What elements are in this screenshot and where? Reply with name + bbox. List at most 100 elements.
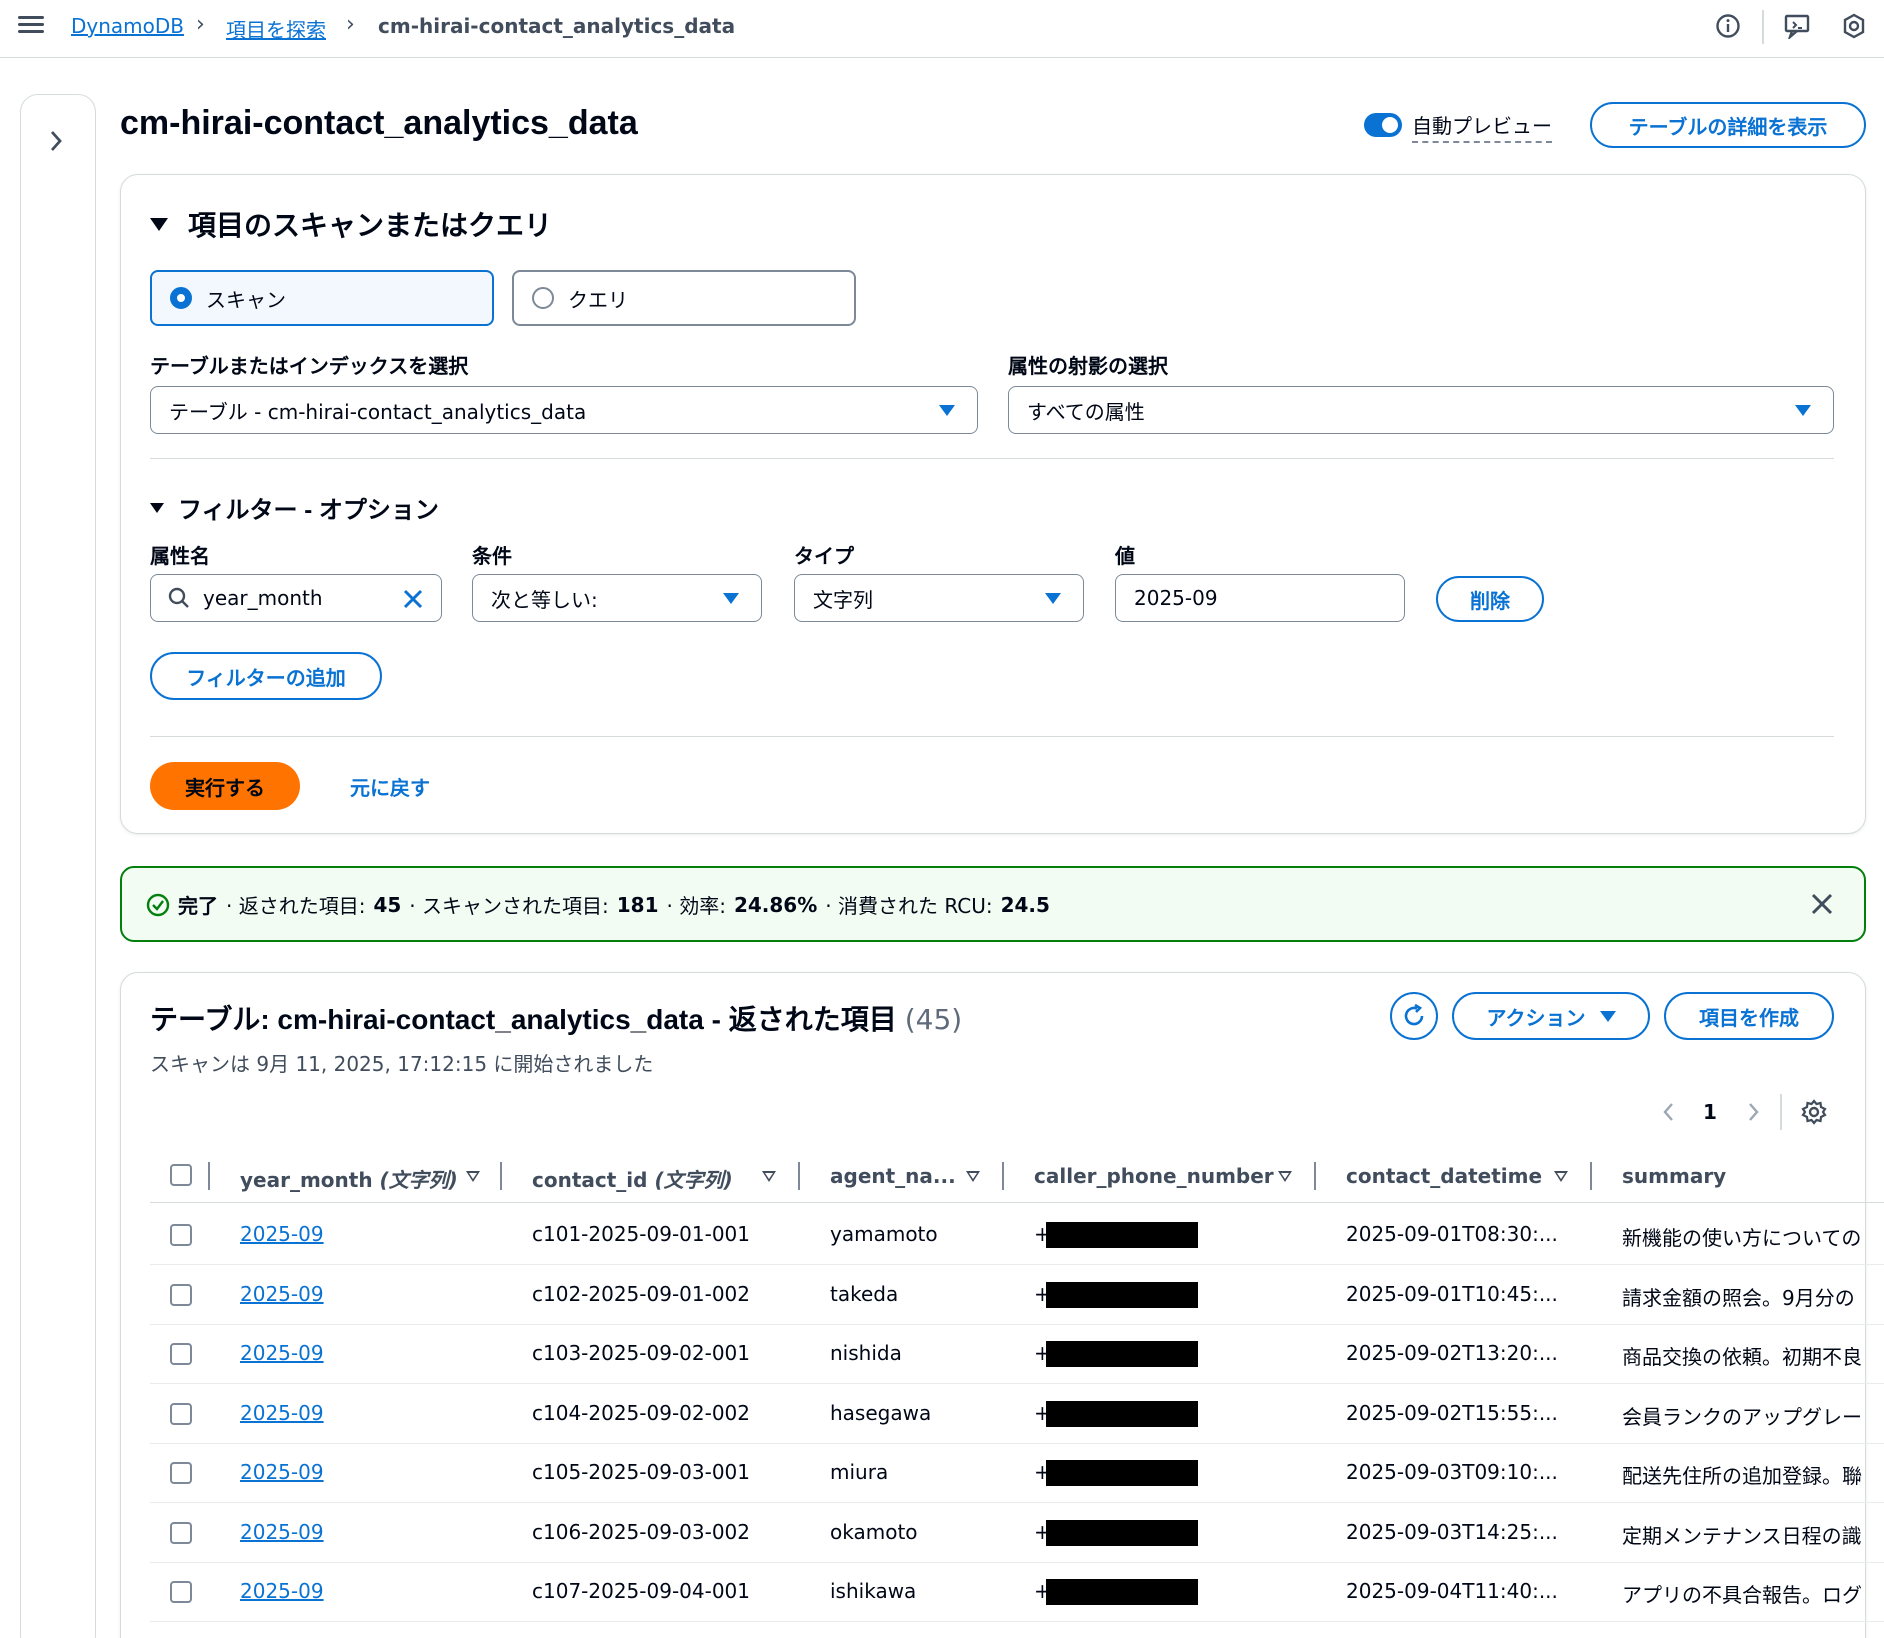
settings-icon[interactable] [1838, 10, 1870, 42]
sort-icon[interactable] [466, 1171, 480, 1182]
refresh-button[interactable] [1390, 992, 1438, 1040]
page-number[interactable]: 1 [1703, 1100, 1717, 1124]
redacted-block [1046, 1401, 1198, 1427]
type-value: 文字列 [813, 587, 873, 612]
year-month-link[interactable]: 2025-09 [240, 1341, 324, 1365]
condition-label: 条件 [472, 544, 512, 568]
query-option[interactable]: クエリ [512, 270, 856, 326]
divider [150, 736, 1834, 737]
column-header-contact-id[interactable]: contact_id (文字列) [532, 1164, 733, 1193]
contact-id-cell: c104-2025-09-02-002 [532, 1401, 751, 1425]
summary-cell: 会員ランクのアップグレー [1622, 1405, 1862, 1429]
summary-cell: 定期メンテナンス日程の識 [1622, 1524, 1862, 1548]
column-separator [1590, 1162, 1592, 1190]
table-select-value: テーブル - cm-hirai-contact_analytics_data [169, 399, 587, 424]
row-checkbox[interactable] [170, 1284, 192, 1306]
column-header-caller-phone[interactable]: caller_phone_number [1034, 1164, 1274, 1188]
clear-icon[interactable] [401, 587, 425, 611]
projection-select[interactable]: すべての属性 [1008, 386, 1834, 434]
scan-panel-title: 項目のスキャンまたはクエリ [188, 210, 553, 241]
radio-selected-icon[interactable] [170, 287, 192, 309]
column-header-contact-datetime[interactable]: contact_datetime [1346, 1164, 1542, 1188]
redacted-block [1046, 1579, 1198, 1605]
header-divider [150, 1202, 1884, 1203]
year-month-link[interactable]: 2025-09 [240, 1579, 324, 1603]
caret-down-icon [723, 593, 739, 604]
year-month-link[interactable]: 2025-09 [240, 1222, 324, 1246]
scan-started-text: スキャンは 9月 11, 2025, 17:12:15 に開始されました [150, 1052, 654, 1076]
row-divider [150, 1383, 1884, 1384]
value-input[interactable]: 2025-09 [1115, 574, 1405, 622]
chevron-left-icon[interactable] [1660, 1100, 1678, 1124]
sort-icon[interactable] [762, 1171, 776, 1182]
chevron-right-icon: › [346, 12, 355, 37]
success-check-icon [146, 893, 170, 916]
condition-value: 次と等しい: [491, 587, 598, 612]
column-header-summary[interactable]: summary [1622, 1164, 1726, 1188]
select-all-checkbox[interactable] [170, 1164, 192, 1186]
row-checkbox[interactable] [170, 1403, 192, 1425]
column-separator [1002, 1162, 1004, 1190]
sort-icon[interactable] [966, 1171, 980, 1182]
chevron-right-icon[interactable] [46, 128, 66, 159]
datetime-cell: 2025-09-04T11:40:... [1346, 1579, 1558, 1603]
actions-label: アクション [1486, 1005, 1586, 1030]
auto-preview-toggle[interactable] [1364, 113, 1402, 137]
column-header-year-month[interactable]: year_month (文字列) [240, 1164, 458, 1193]
year-month-link[interactable]: 2025-09 [240, 1401, 324, 1425]
sort-icon[interactable] [1278, 1171, 1292, 1182]
type-select[interactable]: 文字列 [794, 574, 1084, 622]
scan-option[interactable]: スキャン [150, 270, 494, 326]
caret-down-icon [1599, 1010, 1616, 1022]
scan-panel-header[interactable]: 項目のスキャンまたはクエリ [150, 204, 552, 244]
actions-dropdown[interactable]: アクション [1452, 992, 1650, 1040]
agent-name-cell: takeda [830, 1282, 899, 1306]
filter-section-header[interactable]: フィルター - オプション [150, 490, 439, 525]
condition-select[interactable]: 次と等しい: [472, 574, 762, 622]
alert-rcu-value: 24.5 [1000, 892, 1050, 917]
reset-button[interactable]: 元に戻す [350, 772, 430, 801]
create-item-button[interactable]: 項目を作成 [1664, 992, 1834, 1040]
info-icon[interactable] [1712, 10, 1744, 42]
menu-icon[interactable] [18, 12, 44, 38]
row-checkbox[interactable] [170, 1522, 192, 1544]
agent-name-cell: yamamoto [830, 1222, 938, 1246]
table-index-select[interactable]: テーブル - cm-hirai-contact_analytics_data [150, 386, 978, 434]
run-button[interactable]: 実行する [150, 762, 300, 810]
row-checkbox[interactable] [170, 1224, 192, 1246]
chevron-right-icon[interactable] [1744, 1100, 1762, 1124]
view-table-details-button[interactable]: テーブルの詳細を表示 [1590, 102, 1866, 148]
feedback-icon[interactable] [1782, 10, 1814, 42]
row-checkbox[interactable] [170, 1343, 192, 1365]
year-month-link[interactable]: 2025-09 [240, 1520, 324, 1544]
agent-name-cell: nishida [830, 1341, 902, 1365]
redacted-block [1046, 1341, 1198, 1367]
year-month-link[interactable]: 2025-09 [240, 1282, 324, 1306]
results-title: テーブル: cm-hirai-contact_analytics_data - … [150, 1004, 897, 1035]
summary-cell: 新機能の使い方についての [1622, 1226, 1862, 1250]
sort-icon[interactable] [1554, 1171, 1568, 1182]
breadcrumb-explore-items[interactable]: 項目を探索 [226, 14, 326, 43]
column-separator [798, 1162, 800, 1190]
redacted-block [1046, 1222, 1198, 1248]
summary-cell: アプリの不具合報告。ログ [1622, 1583, 1862, 1607]
breadcrumb-dynamodb[interactable]: DynamoDB [71, 14, 184, 38]
datetime-cell: 2025-09-03T14:25:... [1346, 1520, 1558, 1544]
radio-unselected-icon[interactable] [532, 287, 554, 309]
column-header-agent-name[interactable]: agent_na... [830, 1164, 956, 1188]
alert-content: 完了 · 返された項目: 45 · スキャンされた項目: 181 · 効率: 2… [146, 890, 1050, 919]
attr-name-input[interactable]: year_month [150, 574, 442, 622]
remove-filter-button[interactable]: 削除 [1436, 576, 1544, 622]
redacted-block [1046, 1282, 1198, 1308]
query-option-label: クエリ [568, 287, 628, 312]
row-checkbox[interactable] [170, 1462, 192, 1484]
row-divider [150, 1502, 1884, 1503]
projection-label: 属性の射影の選択 [1008, 354, 1168, 378]
add-filter-button[interactable]: フィルターの追加 [150, 652, 382, 700]
year-month-link[interactable]: 2025-09 [240, 1460, 324, 1484]
alert-status: 完了 [178, 894, 218, 918]
gear-icon[interactable] [1800, 1098, 1828, 1126]
close-icon[interactable] [1810, 892, 1834, 916]
contact-id-cell: c101-2025-09-01-001 [532, 1222, 751, 1246]
row-checkbox[interactable] [170, 1581, 192, 1603]
